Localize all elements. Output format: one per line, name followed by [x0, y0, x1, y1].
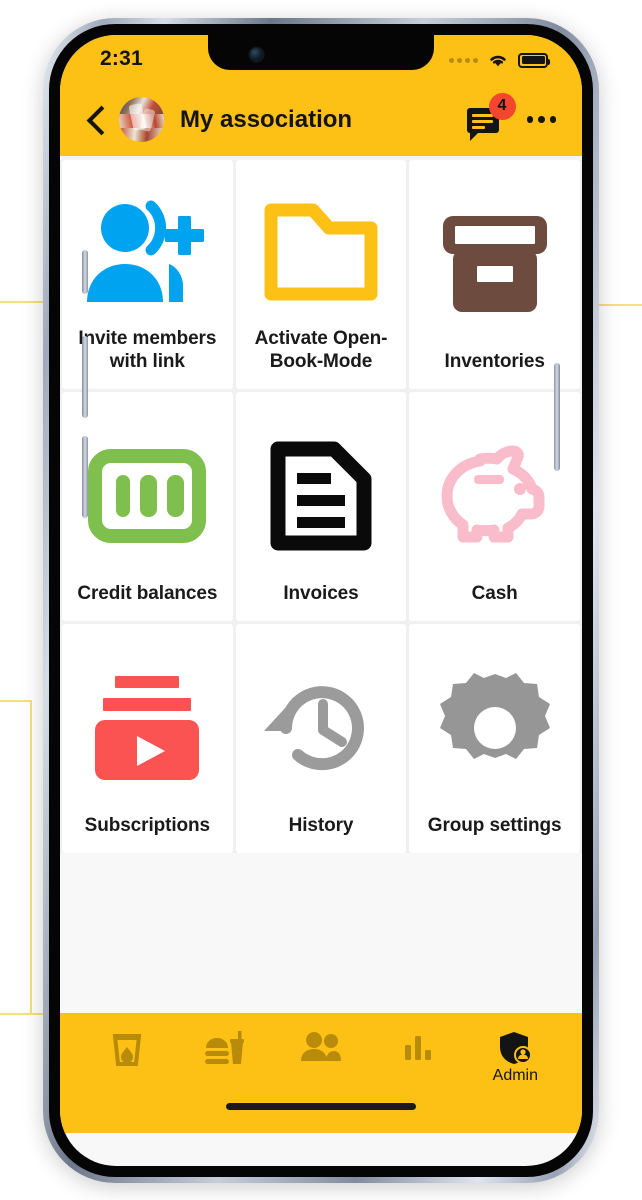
clock-rewind-icon: [242, 642, 401, 814]
tile-label: Subscriptions: [84, 814, 211, 836]
power-button[interactable]: [554, 363, 560, 471]
gear-icon: [415, 642, 574, 814]
status-bar-clock: 2:31: [100, 47, 143, 70]
people-icon: [300, 1032, 341, 1061]
home-indicator-bar[interactable]: [60, 1099, 582, 1133]
nav-item-statistics[interactable]: [381, 1031, 455, 1063]
background-guide-line: [30, 700, 32, 1013]
folder-icon: [242, 178, 401, 327]
tile-label: Credit balances: [77, 582, 218, 604]
tile-label: Activate Open-Book-Mode: [254, 327, 388, 372]
person-add-icon: [68, 178, 227, 327]
food-burger-drink-icon: [204, 1031, 244, 1064]
shield-admin-icon: [500, 1032, 533, 1064]
bottom-navigation: Admin: [60, 1013, 582, 1099]
back-chevron-icon[interactable]: [82, 103, 112, 137]
silent-switch-button[interactable]: [82, 250, 88, 294]
main-content: Invite members with link Activate Open-B…: [60, 156, 582, 1013]
signal-dots-icon: [449, 57, 478, 63]
volume-up-button[interactable]: [82, 336, 88, 418]
tile-label: Inventories: [444, 350, 545, 372]
drink-glass-icon: [112, 1034, 141, 1066]
background-guide-line: [0, 700, 30, 702]
tile-label: Group settings: [427, 814, 562, 836]
front-camera-icon: [250, 48, 263, 61]
tile-group-settings[interactable]: Group settings: [409, 624, 580, 853]
bar-chart-icon: [405, 1036, 432, 1060]
banknote-100-icon: [68, 410, 227, 582]
empty-area: [60, 853, 582, 1013]
tile-label: Cash: [471, 582, 518, 604]
feature-grid: Invite members with link Activate Open-B…: [60, 160, 582, 853]
wifi-icon: [490, 55, 506, 67]
app-bar: My association 4: [60, 83, 582, 156]
status-bar-indicators: [449, 52, 550, 68]
tile-label: Invoices: [283, 582, 359, 604]
chat-unread-badge: 4: [488, 92, 516, 120]
chat-button[interactable]: 4: [466, 92, 516, 141]
nav-item-food[interactable]: [187, 1031, 261, 1069]
tile-inventories[interactable]: Inventories: [409, 160, 580, 389]
nav-item-drinks[interactable]: [90, 1031, 164, 1069]
notch: [208, 35, 434, 70]
group-photo-avatar[interactable]: [119, 97, 164, 142]
nav-item-admin[interactable]: Admin: [478, 1031, 552, 1085]
piggy-bank-icon: [415, 410, 574, 582]
tile-activate-open-book-mode[interactable]: Activate Open-Book-Mode: [235, 160, 407, 389]
battery-full-icon: [518, 52, 550, 68]
nav-item-people[interactable]: [284, 1031, 358, 1063]
nav-item-label: Admin: [492, 1067, 539, 1084]
tile-history[interactable]: History: [235, 624, 407, 853]
tile-subscriptions[interactable]: Subscriptions: [62, 624, 233, 853]
phone-screen: 2:31 My association 4 Invite members wit…: [60, 35, 582, 1166]
page-title: My association: [180, 105, 353, 133]
archive-box-icon: [415, 178, 574, 350]
tile-invoices[interactable]: Invoices: [235, 392, 407, 621]
tile-label: Invite members with link: [78, 327, 217, 372]
phone-frame: 2:31 My association 4 Invite members wit…: [43, 18, 599, 1183]
document-lines-icon: [242, 410, 401, 582]
video-play-stack-icon: [68, 642, 227, 814]
phone-bezel: 2:31 My association 4 Invite members wit…: [49, 24, 593, 1177]
tile-label: History: [288, 814, 354, 836]
more-options-kebab-icon[interactable]: [526, 116, 556, 123]
volume-down-button[interactable]: [82, 436, 88, 518]
